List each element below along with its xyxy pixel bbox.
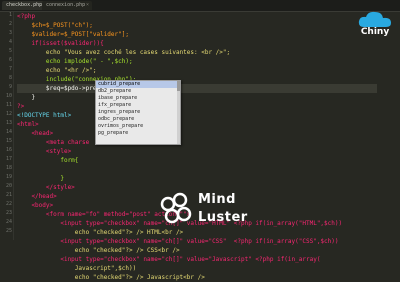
logo-text: Chiny xyxy=(360,27,390,37)
line-number: 3 xyxy=(8,30,12,36)
code-line: } xyxy=(17,94,36,101)
code-line: <?php xyxy=(17,13,36,20)
watermark-line1: Mind xyxy=(198,192,236,207)
code-line: } xyxy=(17,175,64,182)
autocomplete-item[interactable]: odbc_prepare xyxy=(96,116,180,123)
autocomplete-item[interactable]: db2_prepare xyxy=(96,88,180,95)
line-number: 18 xyxy=(5,165,12,171)
code-line: <html> xyxy=(17,121,39,128)
tab-connexion[interactable]: connexion.php × xyxy=(42,1,92,10)
code-line: echo "<hr />"; xyxy=(17,67,97,74)
code-line: echo implode(" - ",$ch); xyxy=(17,58,133,65)
line-number: 4 xyxy=(8,39,12,45)
tab-label: connexion.php xyxy=(46,2,86,8)
code-line: <input type="checkbox" name="ch[]" value… xyxy=(17,238,339,245)
line-number: 24 xyxy=(5,219,12,225)
code-line: if(isset($valider)){ xyxy=(17,40,104,47)
autocomplete-scrollbar[interactable] xyxy=(177,81,180,144)
autocomplete-popup[interactable]: cubrid_prepare db2_prepare ibase_prepare… xyxy=(95,80,181,145)
code-line: Javascript",$ch)) xyxy=(17,265,137,272)
line-number: 22 xyxy=(5,201,12,207)
autocomplete-item[interactable]: ifx_prepare xyxy=(96,102,180,109)
line-number: 2 xyxy=(8,21,12,27)
watermark-line2: Luster xyxy=(198,210,248,225)
autocomplete-item[interactable]: ibase_prepare xyxy=(96,95,180,102)
line-number: 10 xyxy=(5,93,12,99)
line-number: 23 xyxy=(5,210,12,216)
line-number: 11 xyxy=(5,102,12,108)
line-number: 16 xyxy=(5,147,12,153)
code-line: <head> xyxy=(17,130,54,137)
line-number: 9 xyxy=(8,84,12,90)
line-number: 14 xyxy=(5,129,12,135)
tab-bar: checkbox.php × connexion.php × xyxy=(0,0,400,12)
line-number: 8 xyxy=(8,75,12,81)
line-number: 5 xyxy=(8,48,12,54)
line-number: 20 xyxy=(5,183,12,189)
chiny-logo: Chiny xyxy=(356,9,394,43)
line-number: 21 xyxy=(5,192,12,198)
cloud-icon xyxy=(358,11,391,27)
tab-checkbox[interactable]: checkbox.php × xyxy=(2,1,46,10)
code-line: echo "checked"?> /> Javascript<br /> xyxy=(17,274,205,281)
scrollbar-thumb[interactable] xyxy=(177,81,180,91)
line-number: 13 xyxy=(5,120,12,126)
line-number: 7 xyxy=(8,66,12,72)
close-icon[interactable]: × xyxy=(86,1,89,10)
code-line-current: $req=$pdo->prepa xyxy=(17,84,377,93)
code-line: echo "checked"?> /> CSS<br /> xyxy=(17,247,180,254)
code-line: <!DOCTYPE html> xyxy=(17,112,72,119)
code-line: $ch=$_POST("ch"); xyxy=(17,22,93,29)
autocomplete-item[interactable]: pg_prepare xyxy=(96,130,180,137)
code-line: $valider=$_POST["valider"]; xyxy=(17,31,129,38)
tab-label: checkbox.php xyxy=(6,2,43,8)
line-number: 12 xyxy=(5,111,12,117)
brain-icon xyxy=(160,192,192,224)
line-number: 17 xyxy=(5,156,12,162)
line-number: 6 xyxy=(8,57,12,63)
code-line: </head> xyxy=(17,193,57,200)
code-line: ?> xyxy=(17,103,25,110)
line-number-gutter: 1 2 3 4 5 6 7 8 9 10 11 12 13 14 15 16 1… xyxy=(0,12,14,240)
code-line: <meta charse xyxy=(17,139,90,146)
code-line: </style> xyxy=(17,184,75,191)
code-line: echo "Vous avez coché les cases suivante… xyxy=(17,49,231,56)
autocomplete-item[interactable]: ingres_prepare xyxy=(96,109,180,116)
line-number: 1 xyxy=(8,12,12,18)
code-line: form{ xyxy=(17,157,79,164)
autocomplete-item[interactable]: cubrid_prepare xyxy=(96,81,180,88)
line-number: 15 xyxy=(5,138,12,144)
line-number: 19 xyxy=(5,174,12,180)
mindluster-watermark: Mind Luster xyxy=(158,190,268,236)
line-number: 25 xyxy=(5,228,12,234)
code-line: <input type="checkbox" name="ch[]" value… xyxy=(17,256,321,263)
autocomplete-item[interactable]: ovrimos_prepare xyxy=(96,123,180,130)
code-line: <style> xyxy=(17,148,72,155)
code-line: <body> xyxy=(17,202,54,209)
